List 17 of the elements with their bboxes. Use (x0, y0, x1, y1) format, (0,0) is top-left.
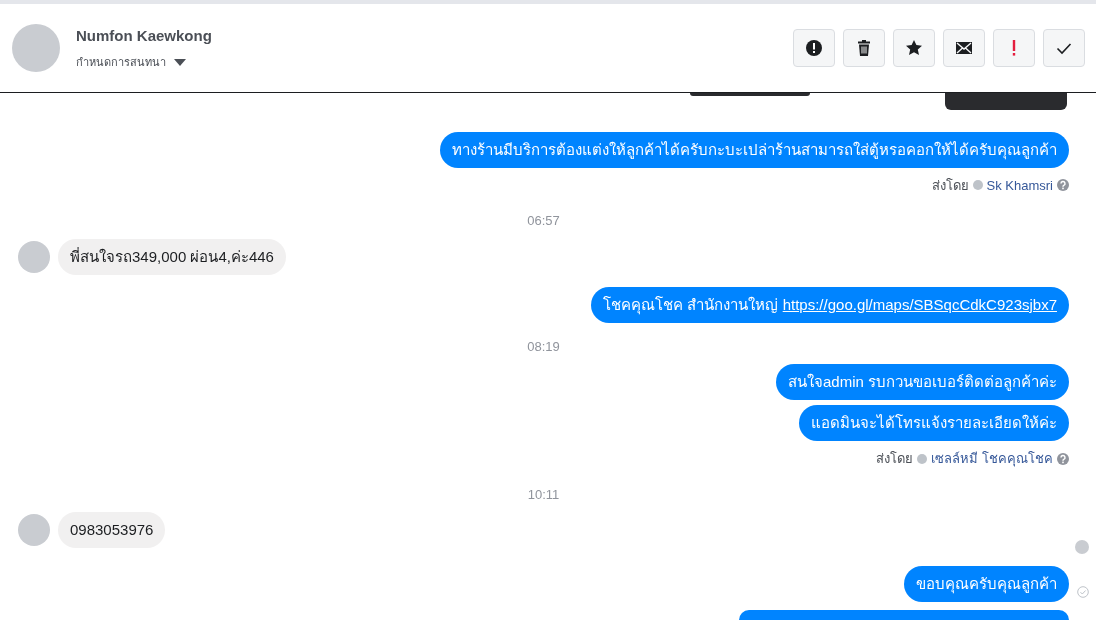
sender-name[interactable]: เซลล์หมี โชคคุณโชค (931, 449, 1053, 469)
timestamp: 08:19 (526, 337, 561, 356)
sent-by-label: ส่งโดย (876, 450, 914, 468)
message-bubble: 0983053976 (58, 512, 166, 548)
message-link[interactable]: https://goo.gl/maps/SBSqcCdkC923sjbx7 (782, 295, 1057, 313)
message-bubble: โชคคุณโชค สำนักงานใหญ่ https://goo.gl/maps/SBSqcCdkC923sjbx7 (591, 286, 1069, 323)
message-bubble: ขอบคุณครับคุณลูกค้า (904, 566, 1069, 602)
message-bubble: สนใจadmin รบกวนขอเบอร์ติดต่อลูกค้าค่ะ (775, 364, 1069, 400)
contact-name: Numfon Kaewkong (76, 25, 213, 46)
message-bubble: แอดมินจะได้โทรแจ้งรายละเอียดให้ค่ะ (799, 405, 1069, 441)
message-bubble: พี่สนใจรถ349,000 ผ่อน4,ค่ะ446 (58, 238, 286, 275)
conversation-menu[interactable]: กำหนดการสนทนา (76, 53, 186, 71)
message-bubble: ทางร้านมีบริการต้องแต่งให้ลูกค้าได้ครับกะบะเปล่าร้านสามารถใส่ตู้หรอคอกให้ได้ครับคุณลูกค้า (440, 131, 1069, 168)
sender-name[interactable]: Sk Khamsri (986, 175, 1053, 195)
sent-by-label: ส่งโดย (931, 176, 969, 195)
timestamp: 06:57 (526, 212, 561, 230)
timestamp: 10:11 (526, 485, 561, 504)
